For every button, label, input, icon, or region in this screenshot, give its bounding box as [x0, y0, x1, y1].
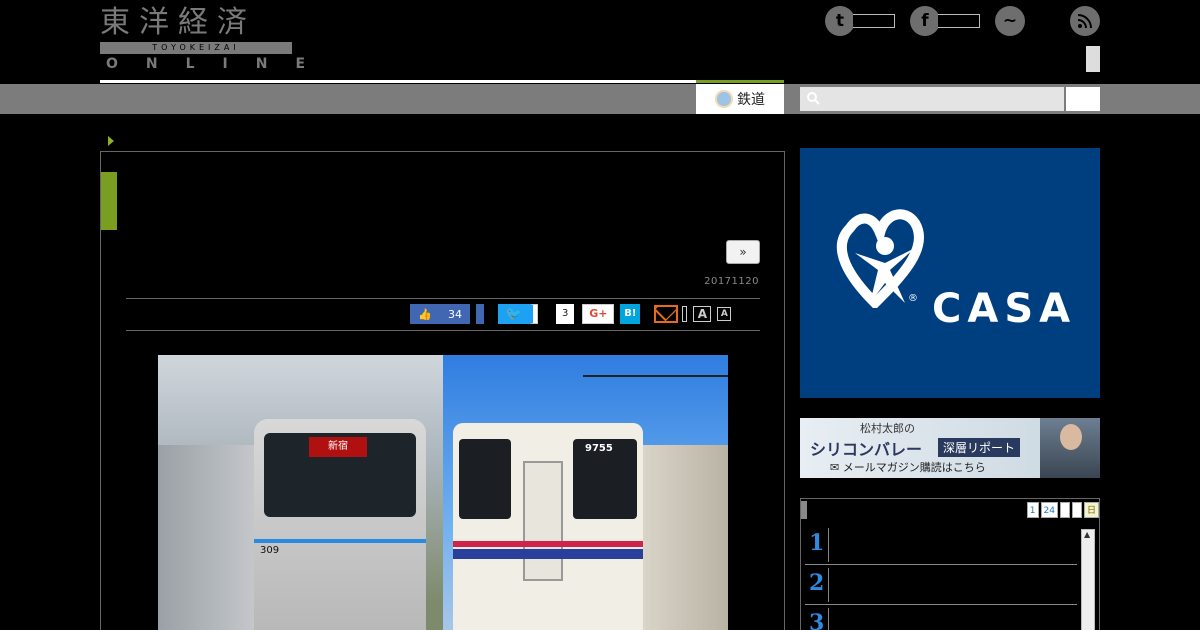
ranking-tab-day[interactable]: 日 [1083, 502, 1099, 518]
next-page-button[interactable]: » [726, 240, 760, 264]
print-button[interactable] [682, 306, 688, 322]
ranking-panel: 1 24 日 1 2 3 [800, 498, 1100, 630]
ranking-tabs: 1 24 日 [1025, 502, 1099, 518]
rss-icon [1070, 6, 1100, 36]
share-top-divider [126, 298, 760, 299]
page: 東洋経済 TOYOKEIZAI ONLINE t f ~ 鉄道 » 201711… [0, 0, 1200, 630]
share-toolbar: 👍 34 🐦 3 G+ B! A A [410, 304, 732, 324]
banner-cta: ✉ メールマガジン購読はこちら [830, 461, 986, 474]
messenger-share[interactable]: ~ [995, 6, 1025, 36]
ranking-tab-4[interactable] [1071, 502, 1082, 518]
facebook-count [938, 14, 980, 28]
twitter-bird-icon: 🐦 [505, 306, 523, 322]
banner-tag: 深層リポート [938, 438, 1021, 457]
article-panel: » 20171120 👍 34 🐦 3 G+ B! A A 新宿 309 975… [100, 151, 785, 630]
ranking-tab-3[interactable] [1059, 502, 1070, 518]
share-bottom-divider [126, 330, 760, 331]
google-plus-button[interactable]: G+ [582, 304, 615, 324]
train-right-window-left [459, 439, 511, 519]
search-button[interactable] [1066, 87, 1100, 111]
messenger-icon: ~ [995, 6, 1025, 36]
facebook-icon: f [910, 6, 940, 36]
casa-ad[interactable]: ® CASA [800, 148, 1100, 398]
logo-online-text: ONLINE [106, 56, 334, 72]
tab-railway-label: 鉄道 [737, 92, 765, 108]
ranking-scrollbar[interactable] [1081, 529, 1095, 630]
overhead-wire [583, 375, 728, 377]
train-right-door [523, 461, 563, 581]
train-left-front: 新宿 309 [254, 419, 426, 630]
hatena-bookmark-button[interactable]: B! [620, 304, 641, 324]
facebook-share[interactable]: f [910, 6, 980, 36]
casa-heart-icon [836, 209, 924, 308]
casa-registered-mark: ® [908, 293, 918, 304]
banner-title: シリコンバレー [810, 440, 923, 459]
train-right-side [643, 445, 728, 630]
tweet-button[interactable]: 🐦 [498, 304, 530, 324]
rank-number: 3 [809, 607, 829, 630]
nav-top-line [100, 80, 696, 83]
train-left-side [158, 445, 258, 630]
list-item[interactable]: 3 [805, 605, 1077, 630]
railway-avatar-icon [715, 90, 733, 108]
rank-number: 1 [809, 527, 829, 562]
logo-main-text: 東洋経済 [100, 5, 256, 40]
casa-brand-text: CASA [932, 286, 1077, 332]
train-left-destination: 新宿 [309, 437, 367, 457]
ranking-header: 1 24 日 [801, 499, 1099, 521]
tab-railway[interactable]: 鉄道 [696, 84, 784, 114]
search-icon [806, 91, 820, 105]
nav-active-line [696, 80, 784, 83]
tweet-count [530, 304, 538, 324]
facebook-share-button[interactable] [476, 304, 484, 324]
banner-cta-text: メールマガジン購読はこちら [842, 461, 986, 474]
facebook-like-button[interactable]: 👍 34 [410, 304, 470, 324]
list-item[interactable]: 1 [805, 525, 1077, 565]
ranking-list: 1 2 3 [805, 525, 1077, 630]
twitter-icon: t [825, 6, 855, 36]
banner-author: 松村太郎の [860, 422, 915, 435]
menu-button[interactable] [1086, 46, 1100, 72]
share-count: 3 [550, 304, 575, 324]
train-right-number: 9755 [585, 443, 613, 454]
train-left-stripe [254, 539, 426, 543]
twitter-count [853, 14, 895, 28]
train-right-red-stripe [453, 541, 643, 547]
photo-left-half: 新宿 309 [158, 355, 443, 630]
mail-icon[interactable] [654, 305, 679, 323]
author-photo [1040, 418, 1100, 478]
font-small-button[interactable]: A [717, 307, 732, 321]
search-input[interactable] [800, 87, 1064, 111]
rss-link[interactable] [1070, 6, 1100, 36]
list-item[interactable]: 2 [805, 565, 1077, 605]
rank-number: 2 [809, 567, 829, 602]
logo-band-text: TOYOKEIZAI [100, 42, 292, 54]
article-photo: 新宿 309 9755 [158, 355, 728, 630]
ranking-tab-1[interactable]: 1 [1026, 502, 1039, 518]
newsletter-banner[interactable]: 松村太郎の シリコンバレー 深層リポート ✉ メールマガジン購読はこちら [800, 418, 1100, 478]
train-right-front: 9755 [453, 423, 643, 630]
ranking-tab-24[interactable]: 24 [1040, 502, 1058, 518]
font-large-button[interactable]: A [693, 306, 712, 322]
train-right-blue-stripe [453, 549, 643, 559]
twitter-share[interactable]: t [825, 6, 895, 36]
thumbs-up-icon: 👍 [418, 307, 432, 321]
train-left-number: 309 [260, 545, 280, 556]
photo-right-half: 9755 [443, 355, 728, 630]
site-logo[interactable]: 東洋経済 TOYOKEIZAI ONLINE [100, 5, 305, 72]
like-count: 34 [448, 307, 462, 321]
ranking-header-bar [801, 501, 807, 519]
title-accent-bar [101, 172, 117, 230]
breadcrumb-arrow-icon [108, 136, 114, 146]
article-date: 20171120 [704, 276, 759, 287]
